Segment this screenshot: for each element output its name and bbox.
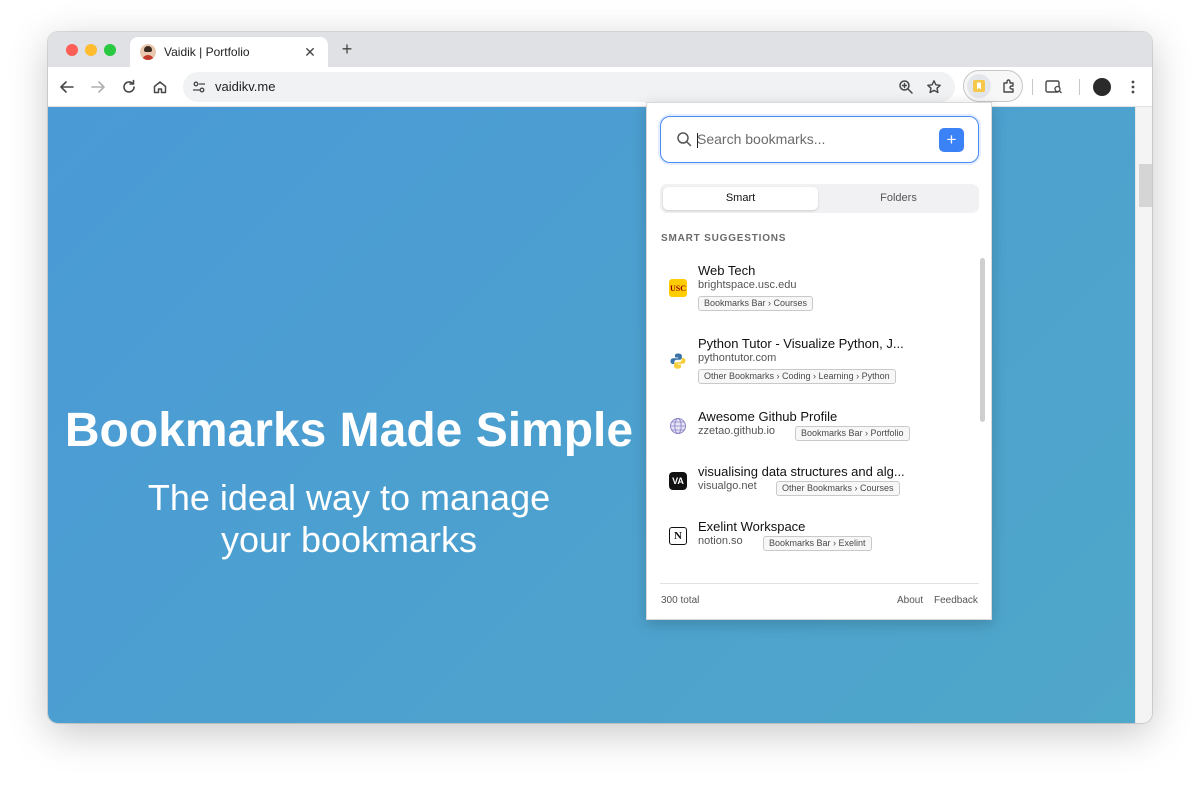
item-title: Python Tutor - Visualize Python, J...: [698, 336, 904, 351]
page-scroll-thumb[interactable]: [1139, 164, 1152, 207]
hero-subtitle: The ideal way to manage your bookmarks: [147, 477, 551, 560]
bookmark-extension-button[interactable]: [967, 74, 991, 98]
folder-path-badge: Bookmarks Bar › Courses: [698, 296, 814, 311]
list-item[interactable]: USC Web Tech brightspace.usc.edu Bookmar…: [660, 263, 970, 313]
visualgo-icon: VA: [669, 472, 687, 490]
reading-list-icon[interactable]: [1044, 77, 1064, 97]
toolbar-divider: [1032, 79, 1033, 95]
close-window-button[interactable]: [66, 44, 78, 56]
search-box: +: [660, 116, 979, 163]
list-item[interactable]: Python Tutor - Visualize Python, J... py…: [660, 336, 970, 386]
item-domain: brightspace.usc.edu: [698, 279, 797, 291]
toolbar-divider: [1079, 79, 1080, 95]
about-link[interactable]: About: [897, 595, 923, 606]
search-input[interactable]: [697, 127, 927, 151]
portfolio-favicon-icon: [140, 44, 156, 60]
tab-close-icon[interactable]: ✕: [302, 44, 318, 61]
bookmark-extension-icon: [973, 80, 985, 92]
text-caret: [697, 133, 698, 148]
list-scrollbar[interactable]: [980, 258, 985, 422]
feedback-link[interactable]: Feedback: [934, 595, 978, 606]
tab-title: Vaidik | Portfolio: [164, 45, 250, 59]
item-title: Exelint Workspace: [698, 519, 806, 534]
list-item[interactable]: N Exelint Workspace notion.so Bookmarks …: [660, 519, 970, 559]
tab-smart[interactable]: Smart: [663, 187, 818, 210]
item-domain: zzetao.github.io: [698, 425, 776, 437]
bookmark-count: 300 total: [661, 595, 700, 606]
section-heading: SMART SUGGESTIONS: [661, 233, 787, 244]
notion-icon: N: [669, 527, 687, 545]
new-tab-button[interactable]: +: [338, 40, 356, 58]
profile-avatar[interactable]: [1093, 78, 1111, 96]
globe-icon: [669, 417, 687, 435]
folder-path-badge: Other Bookmarks › Courses: [776, 481, 900, 496]
add-bookmark-button[interactable]: +: [939, 128, 964, 152]
footer-divider: [660, 583, 979, 584]
kebab-menu-icon[interactable]: [1123, 77, 1143, 97]
python-icon: [669, 352, 687, 370]
list-item[interactable]: VA visualising data structures and alg..…: [660, 464, 970, 504]
hero-title: Bookmarks Made Simple: [64, 404, 634, 457]
forward-arrow-icon[interactable]: [88, 77, 108, 97]
folder-path-badge: Other Bookmarks › Coding › Learning › Py…: [698, 369, 896, 384]
folder-path-badge: Bookmarks Bar › Portfolio: [795, 426, 910, 441]
bookmark-star-icon[interactable]: [924, 77, 944, 97]
extensions-puzzle-icon[interactable]: [999, 76, 1019, 96]
site-settings-icon[interactable]: [189, 77, 209, 97]
zoom-icon[interactable]: [896, 77, 916, 97]
back-arrow-icon[interactable]: [57, 77, 77, 97]
list-item[interactable]: Awesome Github Profile zzetao.github.io …: [660, 409, 970, 449]
url-text[interactable]: vaidikv.me: [215, 79, 275, 94]
folder-path-badge: Bookmarks Bar › Exelint: [763, 536, 872, 551]
item-title: Awesome Github Profile: [698, 409, 838, 424]
item-domain: notion.so: [698, 535, 743, 547]
item-title: visualising data structures and alg...: [698, 464, 905, 479]
browser-toolbar: vaidikv.me: [48, 67, 1152, 107]
home-icon[interactable]: [150, 77, 170, 97]
reload-icon[interactable]: [119, 77, 139, 97]
usc-icon: USC: [669, 279, 687, 297]
search-icon: [677, 132, 692, 147]
tab-folders[interactable]: Folders: [821, 187, 976, 210]
minimize-window-button[interactable]: [85, 44, 97, 56]
browser-tab[interactable]: Vaidik | Portfolio ✕: [130, 37, 328, 67]
extensions-group: [963, 70, 1023, 102]
address-bar[interactable]: vaidikv.me: [183, 72, 955, 102]
suggestions-list: USC Web Tech brightspace.usc.edu Bookmar…: [647, 253, 977, 575]
tab-strip: Vaidik | Portfolio ✕ +: [48, 32, 1152, 67]
bookmarks-popup: + Smart Folders SMART SUGGESTIONS USC We…: [646, 102, 992, 620]
zoom-window-button[interactable]: [104, 44, 116, 56]
item-domain: pythontutor.com: [698, 352, 777, 364]
item-domain: visualgo.net: [698, 480, 757, 492]
view-toggle: Smart Folders: [660, 184, 979, 213]
item-title: Web Tech: [698, 263, 756, 278]
